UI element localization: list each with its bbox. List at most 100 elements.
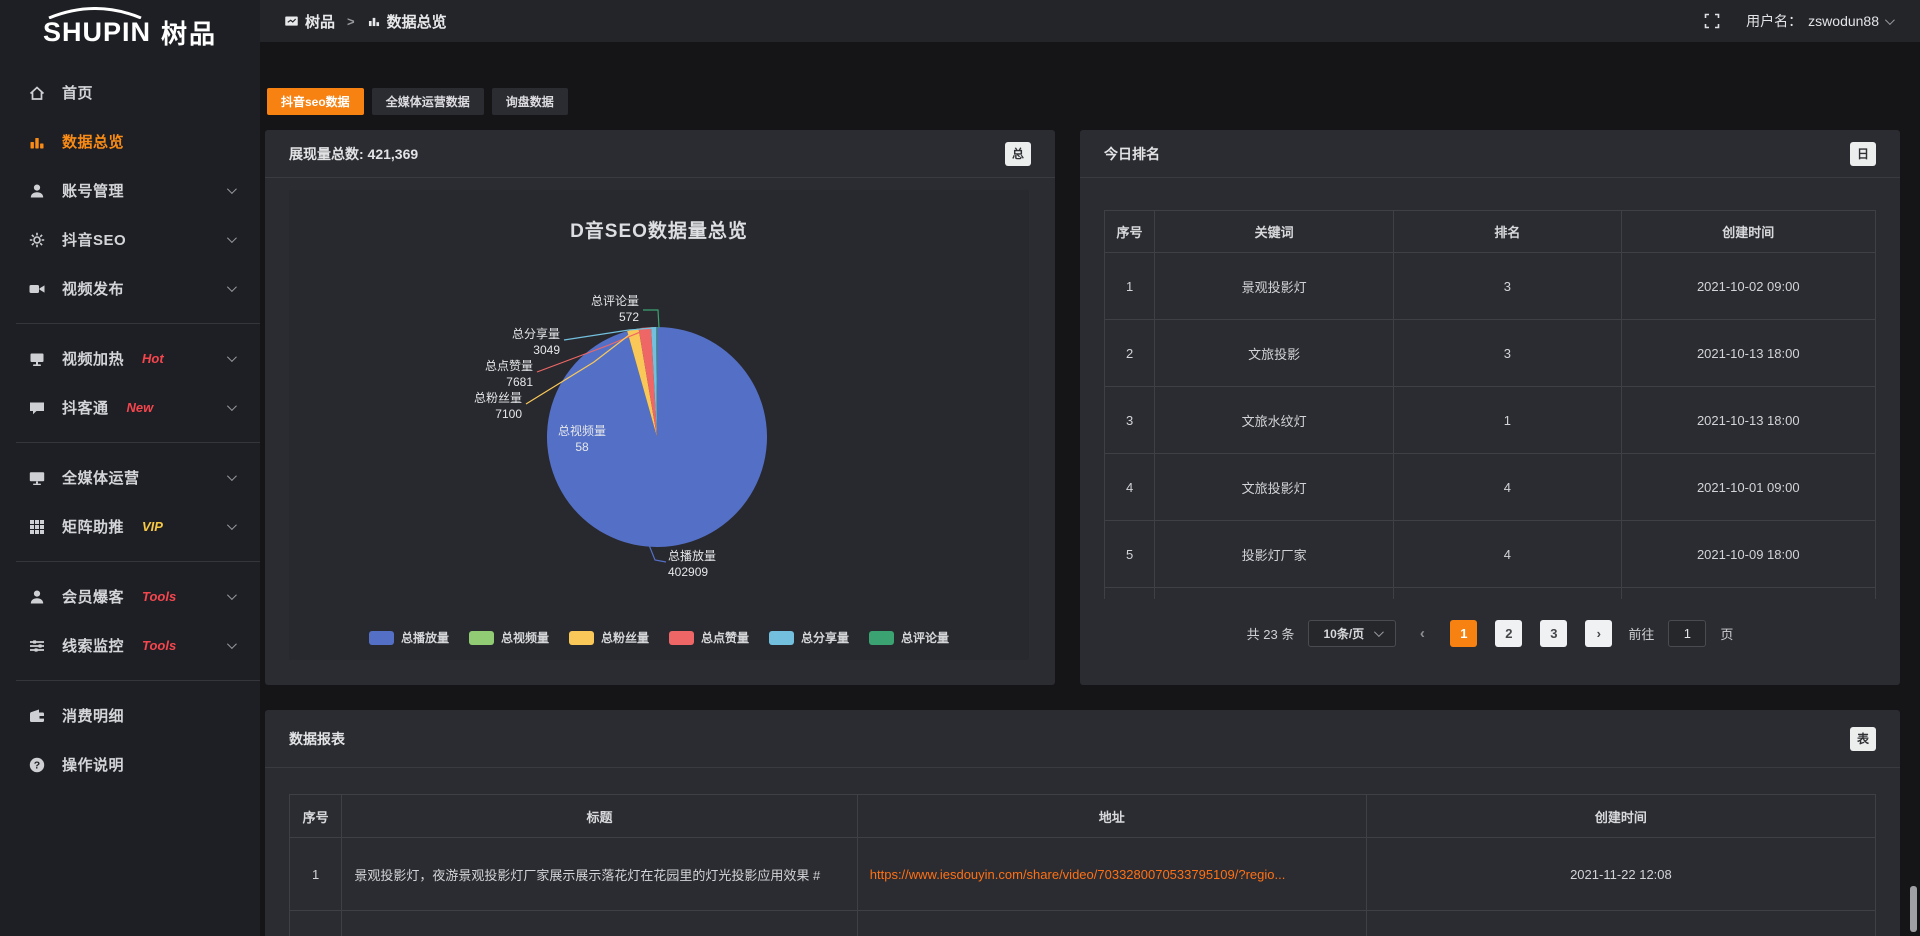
screen-icon <box>284 14 299 29</box>
screen-heat-icon <box>28 350 46 368</box>
goto-page-input[interactable] <box>1668 620 1706 647</box>
table-header-row: 序号 标题 地址 创建时间 <box>290 795 1876 838</box>
chevron-down-icon <box>227 520 237 530</box>
chevron-down-icon <box>1374 627 1384 637</box>
gear-icon <box>28 231 46 249</box>
menu-divider <box>16 561 260 562</box>
username-label: 用户名： <box>1746 11 1802 31</box>
chevron-down-icon <box>1885 15 1895 25</box>
legend-item-总评论量[interactable]: 总评论量 <box>869 629 949 646</box>
tab-inquiry[interactable]: 询盘数据 <box>492 88 568 115</box>
chart-legend: 总播放量 总视频量 总粉丝量 总点赞量 总分享量 总评论量 <box>289 629 1029 646</box>
breadcrumb-item-data-overview[interactable]: 数据总览 <box>367 11 447 32</box>
breadcrumb-separator: > <box>347 14 355 29</box>
new-badge: New <box>127 400 154 415</box>
goto-label: 前往 <box>1628 624 1654 643</box>
sidebar-item-lead-monitor[interactable]: 线索监控 Tools <box>0 621 260 670</box>
bar-chart-icon <box>367 14 381 28</box>
sidebar-item-member-burst[interactable]: 会员爆客 Tools <box>0 572 260 621</box>
impressions-total-title: 展现量总数: 421,369 <box>289 144 418 164</box>
impressions-card: 展现量总数: 421,369 总 D音SEO数据量总览 总评论量572 总分享量 <box>265 130 1055 685</box>
hot-badge: Hot <box>142 351 164 366</box>
prev-page-button[interactable]: ‹ <box>1410 621 1434 647</box>
report-url-link[interactable]: https://www.iesdouyin.com/share/video/70… <box>870 867 1286 882</box>
legend-swatch <box>469 631 494 645</box>
col-keyword: 关键词 <box>1155 211 1394 253</box>
sidebar-item-all-media[interactable]: 全媒体运营 <box>0 453 260 502</box>
sliders-icon <box>28 637 46 655</box>
app-logo: SHUPIN 树品 <box>0 0 260 58</box>
table-row-clipped <box>290 911 1876 936</box>
sidebar-item-video-heat[interactable]: 视频加热 Hot <box>0 334 260 383</box>
legend-swatch <box>369 631 394 645</box>
pie-label-plays: 总播放量402909 <box>668 548 716 580</box>
pie-label-comments: 总评论量572 <box>559 293 639 325</box>
data-report-card: 数据报表 表 序号 标题 地址 创建时间 1 景观投影灯，夜游景观投影灯厂家展示… <box>265 710 1900 936</box>
sidebar-item-home[interactable]: 首页 <box>0 68 260 117</box>
legend-item-总点赞量[interactable]: 总点赞量 <box>669 629 749 646</box>
legend-label: 总评论量 <box>901 629 949 646</box>
logo-text: SHUPIN <box>43 19 151 46</box>
table-row: 4文旅投影灯42021-10-01 09:00 <box>1105 454 1876 521</box>
sidebar-item-spend-detail[interactable]: 消费明细 <box>0 691 260 740</box>
chat-icon <box>28 399 46 417</box>
chevron-down-icon <box>227 590 237 600</box>
sidebar-item-douketong[interactable]: 抖客通 New <box>0 383 260 432</box>
report-title-cell: 景观投影灯，夜游景观投影灯厂家展示展示落花灯在花园里的灯光投影应用效果 # <box>342 838 857 911</box>
page-button-3[interactable]: 3 <box>1540 620 1567 647</box>
sidebar-item-data-overview[interactable]: 数据总览 <box>0 117 260 166</box>
chevron-down-icon <box>227 184 237 194</box>
col-created: 创建时间 <box>1621 211 1875 253</box>
legend-item-总播放量[interactable]: 总播放量 <box>369 629 449 646</box>
legend-item-总分享量[interactable]: 总分享量 <box>769 629 849 646</box>
legend-item-总粉丝量[interactable]: 总粉丝量 <box>569 629 649 646</box>
grid-icon <box>28 518 46 536</box>
breadcrumb: 树品 > 数据总览 <box>284 11 447 32</box>
tab-douyin-seo[interactable]: 抖音seo数据 <box>267 88 364 115</box>
sidebar-item-douyin-seo[interactable]: 抖音SEO <box>0 215 260 264</box>
sidebar-item-account[interactable]: 账号管理 <box>0 166 260 215</box>
sidebar-item-help[interactable]: ? 操作说明 <box>0 740 260 789</box>
person-icon <box>28 588 46 606</box>
col-index: 序号 <box>290 795 342 838</box>
menu-divider <box>16 680 260 681</box>
user-menu[interactable]: 用户名：zswodun88 <box>1746 11 1892 31</box>
pagination: 共 23 条 10条/页 ‹ 1 2 3 › 前往 页 <box>1080 620 1900 647</box>
total-badge-button[interactable]: 总 <box>1005 142 1031 166</box>
chevron-down-icon <box>227 401 237 411</box>
fullscreen-icon[interactable] <box>1704 13 1720 29</box>
table-row: 5投影灯厂家42021-10-09 18:00 <box>1105 521 1876 588</box>
day-badge-button[interactable]: 日 <box>1850 142 1876 166</box>
tab-all-media[interactable]: 全媒体运营数据 <box>372 88 484 115</box>
next-page-button[interactable]: › <box>1585 620 1612 647</box>
svg-text:?: ? <box>34 759 40 771</box>
page-scrollbar-thumb[interactable] <box>1910 886 1917 932</box>
pie-label-shares: 总分享量3049 <box>490 326 560 358</box>
page-size-select[interactable]: 10条/页 <box>1308 620 1396 647</box>
legend-label: 总播放量 <box>401 629 449 646</box>
table-row: 2文旅投影32021-10-13 18:00 <box>1105 320 1876 387</box>
legend-item-总视频量[interactable]: 总视频量 <box>469 629 549 646</box>
home-icon <box>28 84 46 102</box>
page-button-1[interactable]: 1 <box>1450 620 1477 647</box>
pie-svg <box>289 190 1029 660</box>
question-circle-icon: ? <box>28 756 46 774</box>
table-row-clipped <box>1105 588 1876 600</box>
pie-label-fans: 总粉丝量7100 <box>452 390 522 422</box>
pie-label-likes: 总点赞量7681 <box>463 358 533 390</box>
data-tabs: 抖音seo数据 全媒体运营数据 询盘数据 <box>267 88 568 115</box>
pie-label-videos: 总视频量58 <box>542 423 622 455</box>
table-badge-button[interactable]: 表 <box>1850 727 1876 751</box>
sidebar-item-matrix-boost[interactable]: 矩阵助推 VIP <box>0 502 260 551</box>
page-button-2[interactable]: 2 <box>1495 620 1522 647</box>
sidebar-item-video-publish[interactable]: 视频发布 <box>0 264 260 313</box>
table-row: 3文旅水纹灯12021-10-13 18:00 <box>1105 387 1876 454</box>
legend-label: 总粉丝量 <box>601 629 649 646</box>
legend-swatch <box>669 631 694 645</box>
legend-swatch <box>869 631 894 645</box>
table-row: 1 景观投影灯，夜游景观投影灯厂家展示展示落花灯在花园里的灯光投影应用效果 # … <box>290 838 1876 911</box>
today-ranking-card: 今日排名 日 序号 关键词 排名 创建时间 1景观投影灯32021-10-02 … <box>1080 130 1900 685</box>
legend-label: 总分享量 <box>801 629 849 646</box>
bar-chart-icon <box>28 133 46 151</box>
breadcrumb-item-shupin[interactable]: 树品 <box>284 11 335 32</box>
